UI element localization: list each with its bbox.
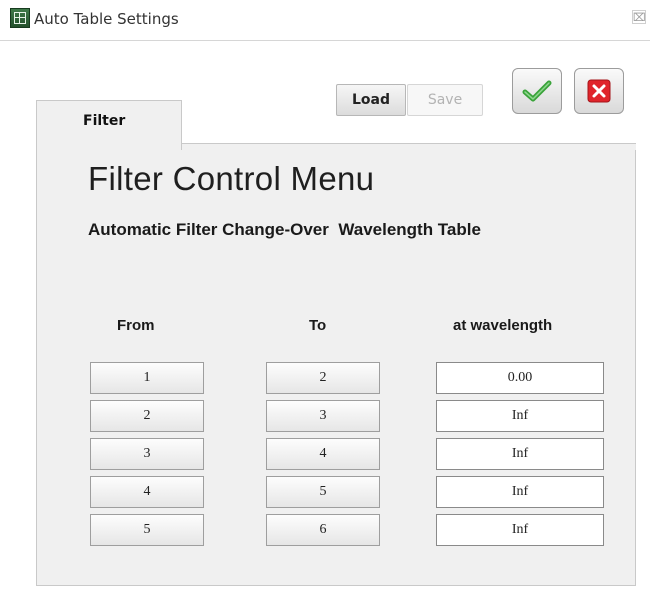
cancel-button[interactable]	[574, 68, 624, 114]
panel-title: Filter Control Menu	[88, 160, 375, 197]
to-cell: 5	[266, 476, 380, 508]
to-cell: 3	[266, 400, 380, 432]
column-header-to: To	[309, 317, 327, 334]
from-cell: 2	[90, 400, 204, 432]
from-cell: 5	[90, 514, 204, 546]
tab-filter[interactable]: Filter	[36, 100, 182, 150]
to-cell: 2	[266, 362, 380, 394]
ok-button[interactable]	[512, 68, 562, 114]
auto-table-app-icon	[10, 8, 30, 28]
wavelength-input[interactable]: Inf	[436, 438, 604, 470]
wavelength-input[interactable]: Inf	[436, 476, 604, 508]
red-x-icon	[587, 79, 611, 103]
window-close-icon[interactable]: ⌧	[632, 10, 646, 24]
column-header-wavelength: at wavelength	[453, 317, 553, 334]
to-cell: 4	[266, 438, 380, 470]
wavelength-input[interactable]: Inf	[436, 514, 604, 546]
title-bar: Auto Table Settings ⌧	[0, 0, 650, 41]
save-button[interactable]: Save	[407, 84, 483, 116]
from-cell: 3	[90, 438, 204, 470]
panel-subtitle: Automatic Filter Change-Over Wavelength …	[88, 220, 481, 239]
from-cell: 4	[90, 476, 204, 508]
load-button[interactable]: Load	[336, 84, 406, 116]
to-cell: 6	[266, 514, 380, 546]
column-header-from: From	[117, 317, 155, 334]
from-cell: 1	[90, 362, 204, 394]
wavelength-input[interactable]: 0.00	[436, 362, 604, 394]
green-checkmark-icon	[522, 80, 552, 102]
tab-filter-label: Filter	[83, 113, 126, 129]
wavelength-input[interactable]: Inf	[436, 400, 604, 432]
window-title: Auto Table Settings	[34, 10, 179, 28]
